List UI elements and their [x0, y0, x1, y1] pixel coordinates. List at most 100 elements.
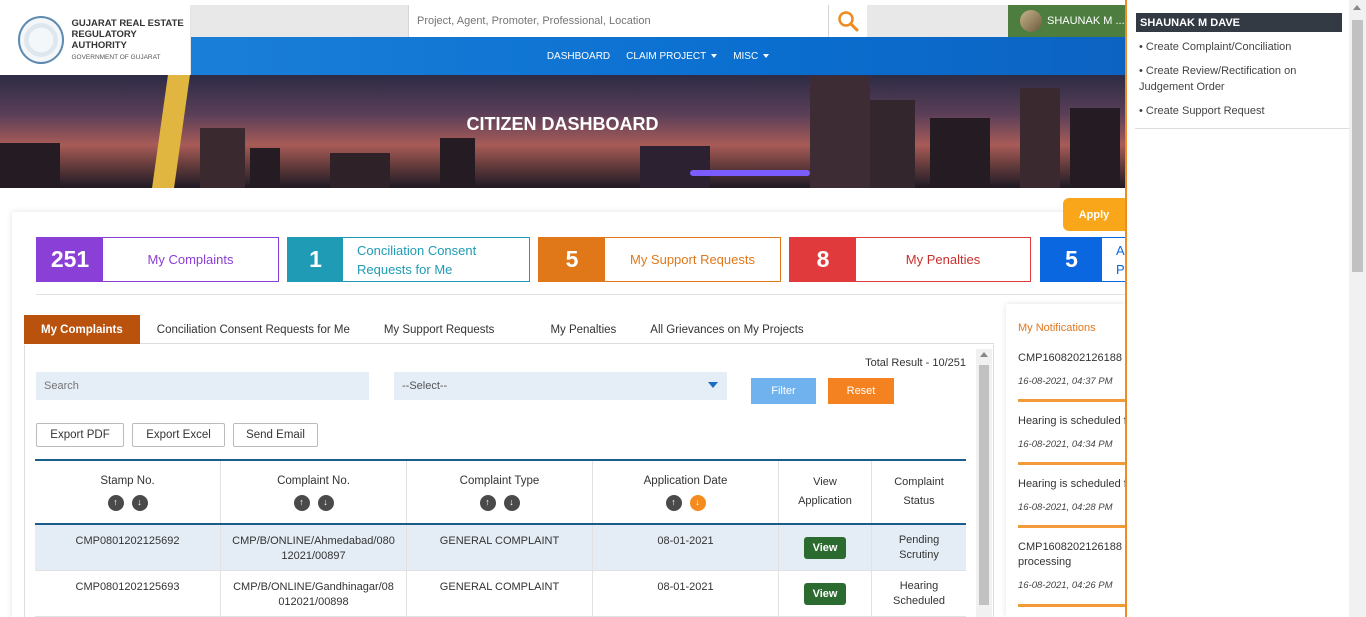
org-name-line2: REGULATORY AUTHORITY [71, 28, 137, 51]
org-name-line3: GOVERNMENT OF GUJARAT [71, 53, 161, 61]
divider [36, 294, 1125, 295]
apply-button[interactable]: Apply [1063, 198, 1125, 231]
scroll-up-icon[interactable] [1353, 5, 1361, 10]
table-row: CMP0801202125692 CMP/B/ONLINE/Ahmedabad/… [35, 525, 966, 571]
tab-bar: My Complaints Conciliation Consent Reque… [24, 315, 994, 344]
stat-label: My Complaints [147, 252, 234, 267]
cell-type: GENERAL COMPLAINT [407, 525, 593, 570]
stat-count: 1 [288, 238, 343, 281]
stat-count: 5 [539, 238, 605, 281]
filter-select[interactable]: --Select-- [394, 372, 727, 400]
stat-card-support[interactable]: 5 My Support Requests [538, 237, 781, 282]
notification-item[interactable]: CMP1608202126188 processing [1018, 540, 1125, 570]
export-pdf-button[interactable]: Export PDF [36, 423, 124, 447]
chevron-down-icon [708, 382, 718, 388]
cell-view: View [779, 525, 872, 570]
search-icon [838, 11, 859, 32]
page-scrollbar[interactable] [1349, 0, 1366, 617]
sort-asc-icon[interactable]: ↑ [293, 494, 310, 511]
table-row: CMP0801202125693 CMP/B/ONLINE/Gandhinaga… [35, 571, 966, 617]
nav-claim-project[interactable]: CLAIM PROJECT [626, 51, 718, 62]
gujrera-seal-icon [18, 16, 65, 64]
caret-down-icon [763, 54, 770, 58]
complaints-table: Stamp No. ↑ ↓ Complaint No. ↑ ↓ Complaint … [35, 459, 966, 617]
stat-card-penalties[interactable]: 8 My Penalties [789, 237, 1031, 282]
stat-count: 251 [37, 238, 103, 281]
cell-date: 08-01-2021 [593, 525, 779, 570]
tab-conciliation-requests[interactable]: Conciliation Consent Requests for Me [140, 315, 367, 344]
main-nav: DASHBOARD CLAIM PROJECT MISC [191, 37, 1125, 75]
menu-create-support-request[interactable]: • Create Support Request [1139, 103, 1344, 119]
sort-asc-icon[interactable]: ↑ [479, 494, 496, 511]
cell-status: Hearing Scheduled [893, 579, 945, 607]
sort-asc-icon[interactable]: ↑ [665, 494, 682, 511]
user-name: SHAUNAK M ... [1047, 15, 1125, 27]
cell-status: Pending Scrutiny [898, 533, 940, 561]
cell-view: View [779, 571, 872, 616]
view-button[interactable]: View [804, 536, 846, 559]
sort-desc-icon[interactable]: ↓ [317, 494, 334, 511]
search-button[interactable] [829, 5, 867, 37]
nav-dashboard[interactable]: DASHBOARD [547, 51, 610, 62]
cell-stamp: CMP0801202125692 [35, 525, 221, 570]
col-application-date: Application Date ↑ ↓ [593, 461, 779, 523]
stat-label: My Support Requests [629, 252, 755, 267]
scroll-up-icon[interactable] [980, 352, 988, 357]
notification-divider [1018, 604, 1125, 607]
tab-my-complaints[interactable]: My Complaints [24, 315, 140, 344]
notification-date: 16-08-2021, 04:28 PM [1018, 502, 1113, 513]
notifications-title: My Notifications [1018, 322, 1096, 334]
send-email-button[interactable]: Send Email [233, 423, 318, 447]
stat-card-complaints[interactable]: 251 My Complaints [36, 237, 279, 282]
reset-button[interactable]: Reset [828, 378, 894, 404]
col-complaint-no: Complaint No. ↑ ↓ [221, 461, 407, 523]
logo[interactable]: GUJARAT REAL ESTATE REGULATORY AUTHORITY… [0, 5, 191, 75]
stat-card-conciliation[interactable]: 1 Conciliation Consent Requests for Me [287, 237, 530, 282]
col-view-application: View Application [779, 461, 872, 523]
menu-divider [1135, 128, 1349, 129]
sort-desc-icon[interactable]: ↓ [689, 494, 706, 511]
menu-create-review[interactable]: • Create Review/Rectification on Judgeme… [1139, 63, 1344, 95]
tab-all-grievances[interactable]: All Grievances on My Projects [633, 315, 820, 344]
tab-penalties[interactable]: My Penalties [522, 315, 633, 344]
caret-down-icon [711, 54, 718, 58]
scroll-thumb[interactable] [1352, 20, 1363, 272]
col-complaint-status: Complaint Status [894, 476, 944, 507]
search-input[interactable] [36, 372, 369, 400]
cell-complaint-no: CMP/B/ONLINE/Gandhinagar/08 012021/00898 [221, 571, 407, 616]
select-value: --Select-- [402, 380, 448, 392]
notification-date: 16-08-2021, 04:37 PM [1018, 376, 1113, 387]
user-menu-button[interactable]: SHAUNAK M ... [1008, 5, 1125, 37]
menu-user-name: SHAUNAK M DAVE [1136, 13, 1342, 32]
page-title: CITIZEN DASHBOARD [466, 114, 659, 134]
org-name-line1: GUJARAT REAL ESTATE [71, 17, 184, 29]
notification-item[interactable]: Hearing is scheduled f [1018, 414, 1125, 429]
stat-count: 8 [790, 238, 856, 281]
hero-banner: CITIZEN DASHBOARD [0, 75, 1125, 188]
col-stamp: Stamp No. ↑ ↓ [35, 461, 221, 523]
sort-desc-icon[interactable]: ↓ [503, 494, 520, 511]
global-search [408, 5, 829, 37]
nav-misc[interactable]: MISC [733, 51, 770, 62]
notification-date: 16-08-2021, 04:34 PM [1018, 439, 1113, 450]
table-header: Stamp No. ↑ ↓ Complaint No. ↑ ↓ Complaint … [35, 461, 966, 525]
global-search-input[interactable] [409, 5, 828, 37]
table-scrollbar[interactable] [976, 349, 992, 617]
notification-item[interactable]: Hearing is scheduled f [1018, 477, 1125, 492]
notification-item[interactable]: CMP1608202126188 [1018, 351, 1125, 366]
stat-label: Conciliation Consent Requests for Me [357, 242, 477, 277]
cell-stamp: CMP0801202125693 [35, 571, 221, 616]
stat-card-grievances[interactable]: 5 AP [1040, 237, 1125, 282]
sort-desc-icon[interactable]: ↓ [131, 494, 148, 511]
view-button[interactable]: View [804, 582, 846, 605]
sort-asc-icon[interactable]: ↑ [107, 494, 124, 511]
export-excel-button[interactable]: Export Excel [132, 423, 225, 447]
menu-create-complaint[interactable]: • Create Complaint/Conciliation [1139, 39, 1344, 55]
cell-complaint-no: CMP/B/ONLINE/Ahmedabad/080 12021/00897 [221, 525, 407, 570]
notifications-panel: My Notifications CMP1608202126188 16-08-… [1006, 304, 1125, 617]
notification-divider [1018, 462, 1125, 465]
tab-support-requests[interactable]: My Support Requests [367, 315, 523, 344]
filter-button[interactable]: Filter [751, 378, 816, 404]
avatar [1020, 10, 1042, 32]
scroll-thumb[interactable] [979, 365, 989, 605]
